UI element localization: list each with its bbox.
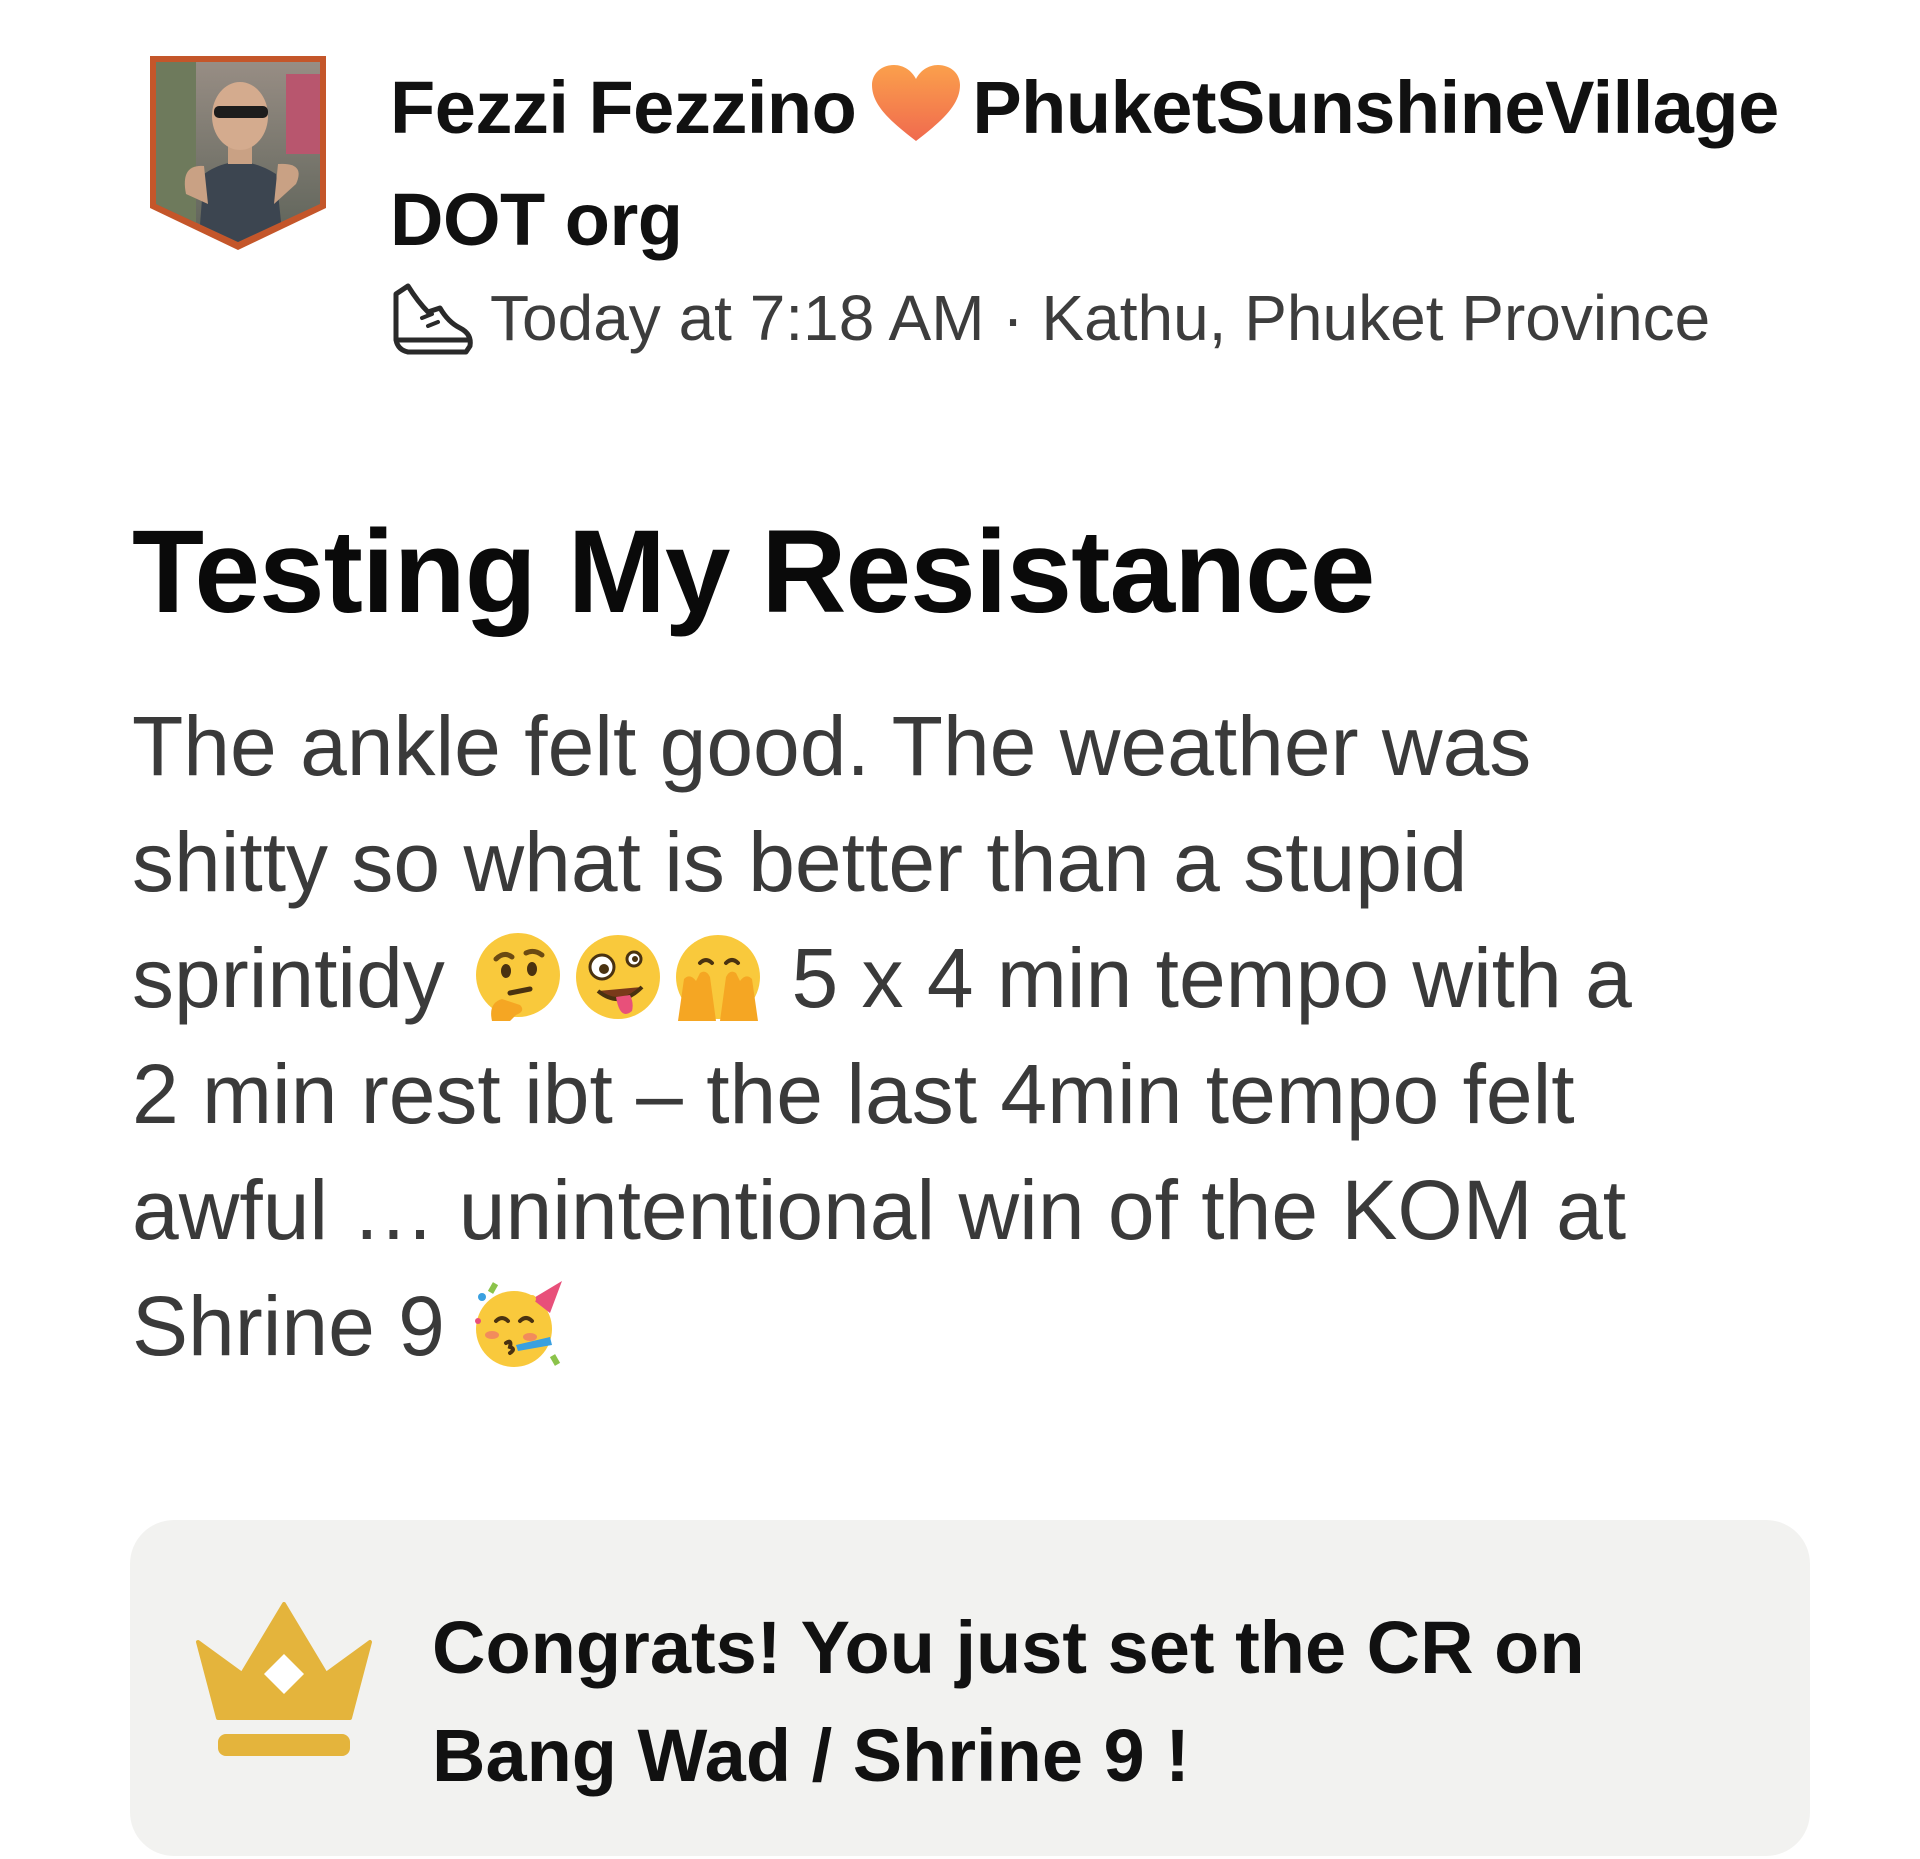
athlete-name-first: Fezzi Fezzino <box>390 66 857 149</box>
description-line: The ankle felt good. The weather was <box>132 699 1532 793</box>
thinking-face-icon <box>476 933 561 1021</box>
achievement-message: Congrats! You just set the CR on Bang Wa… <box>432 1594 1772 1810</box>
achievement-line: Congrats! You just set the CR on <box>432 1606 1585 1689</box>
crown-icon <box>196 1602 372 1756</box>
athlete-name[interactable]: Fezzi Fezzino PhuketSunshineVillage DOT … <box>390 52 1890 276</box>
activity-location: Kathu, Phuket Province <box>1041 282 1711 354</box>
achievement-line: Bang Wad / Shrine 9 ! <box>432 1714 1190 1797</box>
activity-title: Testing My Resistance <box>132 506 1375 638</box>
partying-face-icon <box>475 1281 563 1367</box>
activity-meta: Today at 7:18 AM · Kathu, Phuket Provinc… <box>388 278 1710 358</box>
activity-description: The ankle felt good. The weather was shi… <box>132 688 1832 1384</box>
orange-heart-icon <box>872 65 961 141</box>
description-text: sprintidy <box>132 931 445 1025</box>
face-with-hand-over-mouth-icon <box>676 935 761 1021</box>
running-shoe-icon <box>393 283 473 355</box>
achievement-card[interactable]: Congrats! You just set the CR on Bang Wa… <box>130 1520 1810 1856</box>
description-text: Shrine 9 <box>132 1279 445 1373</box>
zany-face-icon <box>576 935 661 1019</box>
description-line: shitty so what is better than a stupid <box>132 815 1468 909</box>
activity-timestamp: Today at 7:18 AM <box>490 282 985 354</box>
athlete-avatar[interactable] <box>146 54 330 250</box>
description-line: awful … unintentional win of the KOM at <box>132 1163 1627 1257</box>
description-line: Shrine 9 <box>132 1268 1832 1384</box>
meta-separator: · <box>984 282 1042 354</box>
description-line: 2 min rest ibt – the last 4min tempo fel… <box>132 1047 1575 1141</box>
description-text: 5 x 4 min tempo with a <box>791 931 1632 1025</box>
activity-post: Fezzi Fezzino PhuketSunshineVillage DOT … <box>0 0 1920 1859</box>
description-line: sprintidy 5 x 4 min tempo with a <box>132 920 1832 1036</box>
